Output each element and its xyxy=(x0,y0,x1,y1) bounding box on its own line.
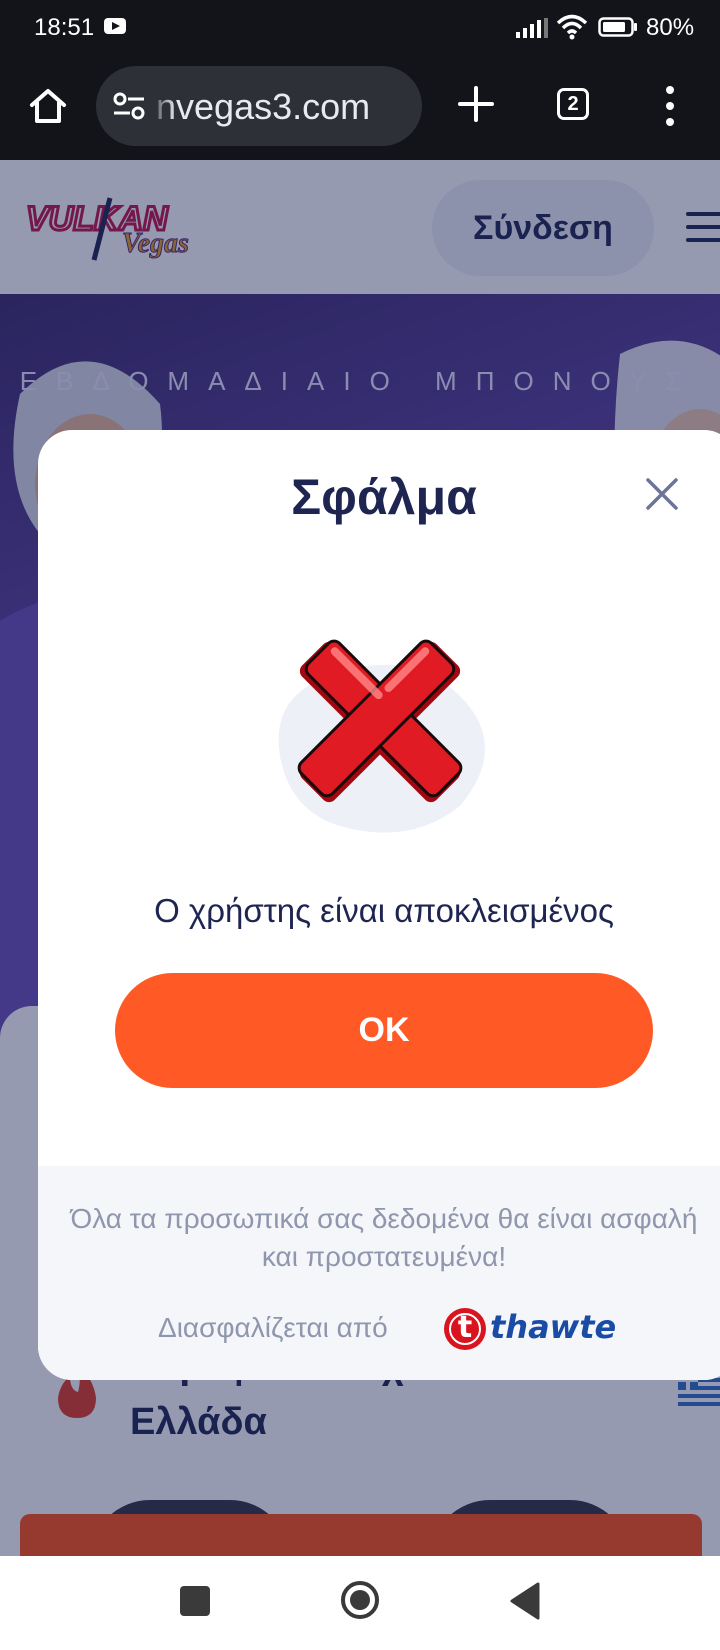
back-icon[interactable] xyxy=(508,1582,542,1620)
recent-apps-icon[interactable] xyxy=(180,1586,210,1616)
wifi-icon xyxy=(556,14,588,40)
address-bar[interactable]: nvegas3.com xyxy=(96,66,422,146)
error-dialog: Σφάλμα Ο χρήστης είναι αποκλεισμένος OK … xyxy=(38,430,720,1380)
security-badge-row: Διασφαλίζεται από t thawte xyxy=(38,1306,720,1356)
battery-icon xyxy=(598,17,637,37)
dialog-title: Σφάλμα xyxy=(291,469,477,525)
thawte-logo: t thawte xyxy=(444,1306,617,1352)
thawte-mark-icon: t xyxy=(444,1308,486,1350)
tabs-button[interactable]: 2 xyxy=(557,88,589,120)
thawte-wordmark: thawte xyxy=(490,1308,617,1346)
home-button-icon[interactable] xyxy=(340,1580,380,1620)
new-tab-icon[interactable] xyxy=(456,84,496,124)
youtube-icon xyxy=(104,18,126,34)
ok-button[interactable]: OK xyxy=(115,973,653,1088)
privacy-notice: Όλα τα προσωπικά σας δεδομένα θα είναι α… xyxy=(70,1203,698,1272)
home-icon[interactable] xyxy=(28,86,68,126)
battery-percentage: 80% xyxy=(646,14,695,41)
close-icon[interactable] xyxy=(644,476,680,512)
dialog-footer: Όλα τα προσωπικά σας δεδομένα θα είναι α… xyxy=(38,1166,720,1380)
secured-by-label: Διασφαλίζεται από xyxy=(158,1312,388,1343)
url-fade xyxy=(148,66,176,146)
system-navigation-bar xyxy=(0,1556,720,1650)
menu-icon[interactable] xyxy=(660,84,680,128)
status-bar: 18:51 80% xyxy=(0,0,720,56)
url-text[interactable]: nvegas3.com xyxy=(156,86,370,128)
status-time: 18:51 xyxy=(34,14,95,41)
signal-icon xyxy=(516,18,548,38)
error-x-icon xyxy=(278,639,485,833)
error-message: Ο χρήστης είναι αποκλεισμένος xyxy=(154,892,614,929)
browser-toolbar: nvegas3.com 2 xyxy=(0,56,720,160)
site-settings-icon[interactable] xyxy=(112,90,146,122)
